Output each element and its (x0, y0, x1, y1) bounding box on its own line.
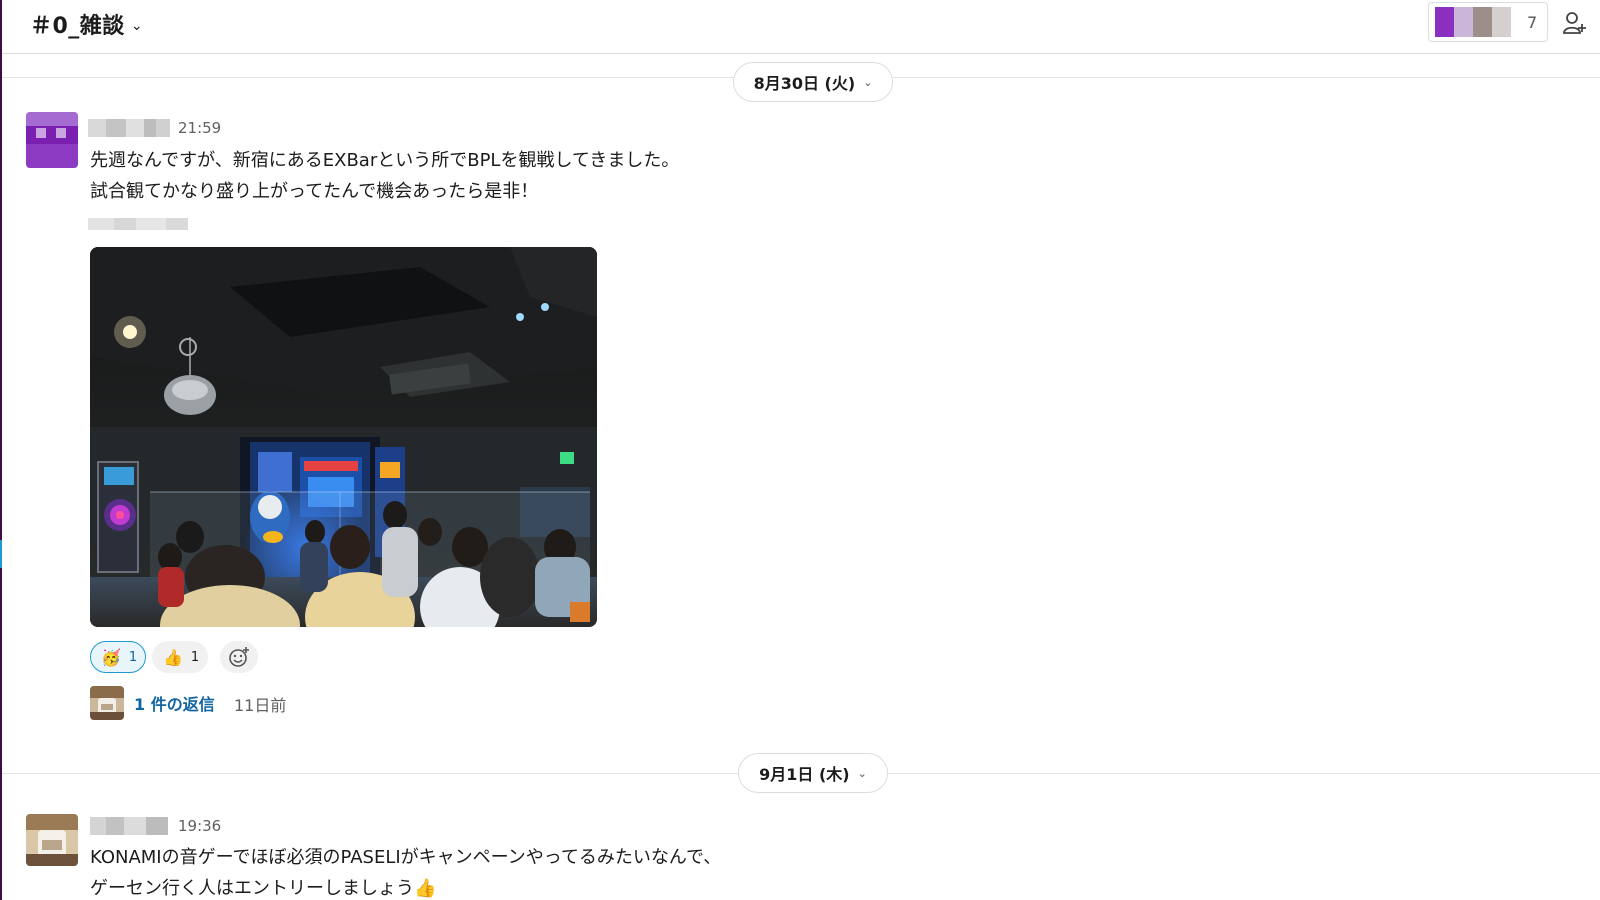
message-text-line: 試合観てかなり盛り上がってたんで機会あったら是非！ (90, 181, 539, 202)
avatar (1454, 7, 1473, 37)
reaction-thumbs-up[interactable]: 👍 1 (152, 641, 208, 673)
reply-avatar[interactable] (90, 686, 124, 720)
avatar[interactable] (26, 112, 78, 168)
date-pill[interactable]: 9月1日 (木) ⌄ (738, 753, 888, 793)
members-button[interactable]: 7 (1428, 2, 1548, 42)
message-timestamp[interactable]: 21:59 (178, 119, 221, 137)
thread-last-reply-time: 11日前 (234, 696, 287, 715)
chevron-down-icon: ⌄ (130, 18, 143, 34)
chevron-down-icon: ⌄ (863, 75, 873, 89)
message-text-line: ゲーセン行く人はエントリーしましょう👍 (90, 878, 437, 899)
date-pill[interactable]: 8月30日 (火) ⌄ (733, 62, 893, 102)
member-count: 7 (1527, 12, 1538, 32)
date-label: 8月30日 (火) (753, 74, 856, 93)
add-reaction-button[interactable] (220, 641, 258, 673)
channel-header: ＃0_雑談 ⌄ 7 (2, 0, 1600, 54)
sidebar-accent (0, 540, 2, 568)
reaction-count: 1 (190, 649, 200, 665)
thumbs-up-icon: 👍 (163, 647, 183, 667)
message-text-line: 先週なんですが、新宿にあるEXBarという所でBPLを観戦してきました。 (90, 150, 680, 171)
avatar[interactable] (26, 814, 78, 866)
date-label: 9月1日 (木) (759, 765, 850, 784)
avatar (1473, 7, 1492, 37)
avatar (1435, 7, 1454, 37)
member-avatars (1435, 7, 1511, 37)
attached-photo[interactable] (90, 247, 597, 627)
channel-name: ＃0_雑談 (30, 14, 125, 39)
avatar (1492, 7, 1511, 37)
party-face-icon: 🥳 (101, 647, 121, 667)
channel-title-button[interactable]: ＃0_雑談 ⌄ (30, 8, 143, 40)
sender-name[interactable] (90, 817, 168, 835)
message-timestamp[interactable]: 19:36 (178, 817, 221, 835)
chevron-down-icon: ⌄ (857, 766, 867, 780)
thread-replies-link[interactable]: 1 件の返信 (134, 691, 215, 715)
add-emoji-icon (229, 647, 249, 667)
sidebar-edge (0, 0, 2, 900)
reaction-party[interactable]: 🥳 1 (90, 641, 146, 673)
sender-name[interactable] (88, 119, 170, 137)
message-text-line: KONAMIの音ゲーでほぼ必須のPASELIがキャンペーンやってるみたいなんで、 (90, 847, 722, 868)
blurred-text (88, 217, 196, 231)
reaction-count: 1 (128, 649, 138, 665)
add-people-icon[interactable] (1558, 6, 1592, 40)
